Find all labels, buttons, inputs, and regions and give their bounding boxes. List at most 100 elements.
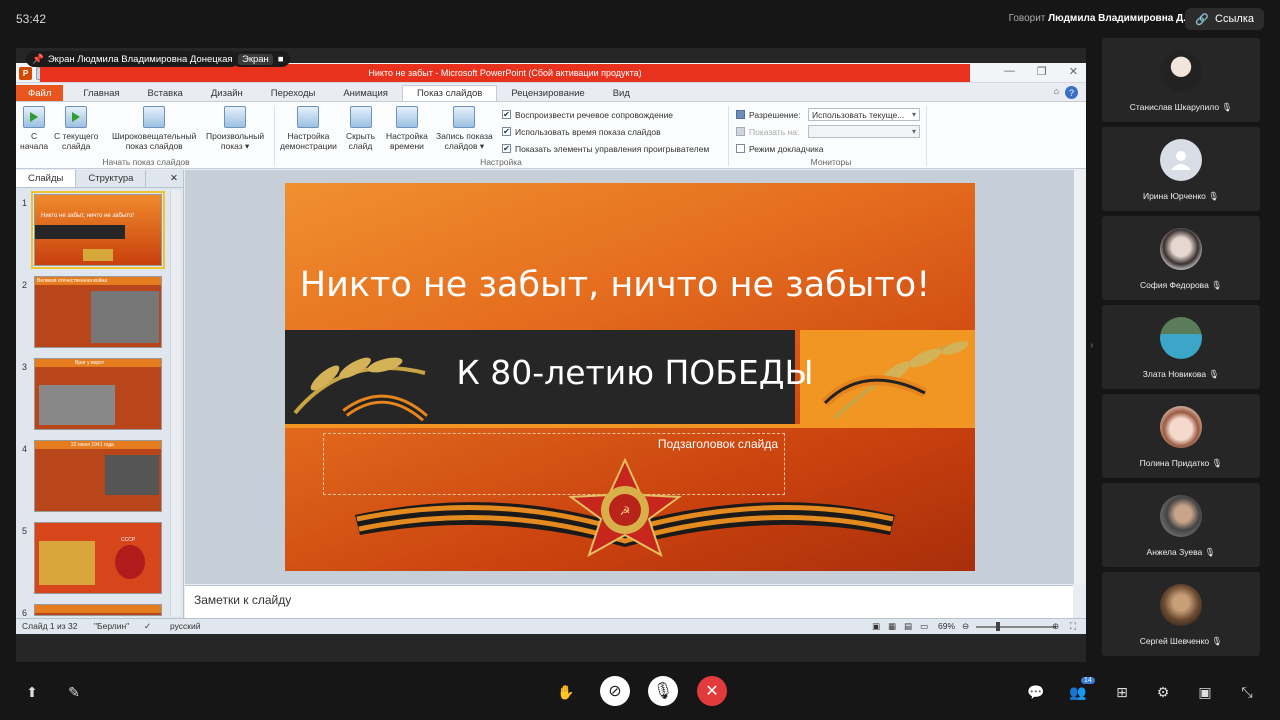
slide-thumbnail[interactable]: 22 июня 1941 года <box>34 440 162 512</box>
window-controls: — ❐ ✕ <box>1004 65 1078 78</box>
group-separator <box>274 106 275 166</box>
play-narrations-checkbox[interactable]: ✔ Воспроизвести речевое сопровождение <box>502 106 709 123</box>
from-beginning-label: С начала <box>20 131 49 151</box>
tab-review[interactable]: Рецензирование <box>497 85 598 101</box>
fit-window-icon[interactable]: ⛶ <box>1070 621 1076 632</box>
rehearse-timings-button[interactable]: Настройка времени <box>386 106 428 151</box>
share-screen-icon[interactable]: ⬆ <box>22 682 42 702</box>
participant-name: Анжела Зуева 🎙 <box>1146 547 1216 557</box>
participants-button[interactable]: 👥 14 <box>1068 677 1095 702</box>
restore-icon[interactable]: ❐ <box>1037 65 1047 78</box>
participant-tile[interactable]: Полина Придатко 🎙 <box>1102 394 1260 478</box>
speaking-name: Людмила Владимировна Д. <box>1048 13 1186 24</box>
slide-counter: Слайд 1 из 32 <box>22 621 78 631</box>
tab-slideshow[interactable]: Показ слайдов <box>401 85 498 101</box>
thumb-photo <box>105 455 159 495</box>
chat-icon[interactable]: 💬 <box>1026 682 1046 702</box>
thumb-title: Никто не забыт, ничто не забыто! <box>41 213 134 219</box>
grid-view-icon[interactable]: ⊞ <box>1112 682 1132 702</box>
zoom-slider[interactable] <box>976 626 1056 628</box>
slide-thumbnail[interactable]: СССР <box>34 522 162 594</box>
whiteboard-icon[interactable]: ✎ <box>64 682 84 702</box>
record-show-button[interactable]: Запись показа слайдов ▾ <box>436 106 493 151</box>
mic-muted-icon: 🎙 <box>1208 369 1220 379</box>
presenter-view-checkbox[interactable]: Режим докладчика <box>736 140 920 157</box>
slide-title[interactable]: Никто не забыт, ничто не забыто! <box>285 265 945 305</box>
resolution-icon <box>736 110 745 119</box>
panel-tabs: Слайды Структура ✕ <box>16 170 184 188</box>
resolution-row: Разрешение: Использовать текуще... <box>736 106 920 123</box>
participant-tile[interactable]: Станислав Шкарупило 🎙 <box>1102 38 1260 122</box>
record-show-icon <box>453 106 476 128</box>
custom-show-button[interactable]: Произвольный показ ▾ <box>206 106 264 151</box>
tab-outline[interactable]: Структура <box>76 170 147 187</box>
zoom-in-icon[interactable]: ⊕ <box>1052 621 1059 632</box>
zoom-level[interactable]: 69% <box>938 621 955 631</box>
laurel-right-icon <box>821 341 969 420</box>
slide-thumbnail[interactable] <box>34 604 162 616</box>
use-timings-checkbox[interactable]: ✔ Использовать время показа слайдов <box>502 123 709 140</box>
broadcast-button[interactable]: Широковещательный показ слайдов <box>112 106 196 151</box>
rehearse-timings-label: Настройка времени <box>386 131 428 151</box>
participant-tile[interactable]: София Федорова 🎙 <box>1102 216 1260 300</box>
hide-slide-button[interactable]: Скрыть слайд <box>346 106 375 151</box>
setup-group-label: Настройка <box>480 157 522 167</box>
tab-home[interactable]: Главная <box>69 85 133 101</box>
slide-thumbnail[interactable]: Враг у ворот <box>34 358 162 430</box>
screen-badge: Экран ■ <box>232 51 290 67</box>
pip-icon[interactable]: ▣ <box>1195 682 1215 702</box>
tab-view[interactable]: Вид <box>599 85 644 101</box>
sidebar-collapse-chevron-icon[interactable]: › <box>1090 340 1093 351</box>
from-beginning-button[interactable]: С начала <box>20 106 48 151</box>
resolution-dropdown[interactable]: Использовать текуще... <box>808 108 920 121</box>
view-reading-icon[interactable]: ▤ <box>904 621 912 632</box>
mic-muted-icon: 🎙 <box>1211 280 1223 290</box>
view-sorter-icon[interactable]: ▦ <box>888 621 896 632</box>
tab-animation[interactable]: Анимация <box>329 85 402 101</box>
participants-count: 14 <box>1081 677 1095 684</box>
copy-link-button[interactable]: 🔗 Ссылка <box>1185 8 1264 30</box>
participant-tile[interactable]: Злата Новикова 🎙 <box>1102 305 1260 389</box>
tab-insert[interactable]: Вставка <box>134 85 197 101</box>
view-normal-icon[interactable]: ▣ <box>872 621 880 632</box>
from-current-button[interactable]: С текущего слайда <box>54 106 98 151</box>
participant-tile[interactable]: Сергей Шевченко 🎙 <box>1102 572 1260 656</box>
spellcheck-icon[interactable]: ✓ <box>144 621 151 632</box>
raise-hand-icon[interactable]: ✋ <box>556 682 576 702</box>
mic-muted-icon: 🎙 <box>1204 547 1216 557</box>
show-media-controls-checkbox[interactable]: ✔ Показать элементы управления проигрыват… <box>502 140 709 157</box>
thumb-title: Великая отечественная война <box>37 278 108 284</box>
collapse-icon[interactable]: ⤡ <box>1237 682 1257 702</box>
participant-tile[interactable]: Ирина Юрченко 🎙 <box>1102 127 1260 211</box>
monitors-group-label: Мониторы <box>810 157 852 167</box>
tab-file[interactable]: Файл <box>16 85 64 101</box>
tab-design[interactable]: Дизайн <box>197 85 257 101</box>
zoom-slider-thumb[interactable] <box>996 622 1000 631</box>
broadcast-label: Широковещательный показ слайдов <box>112 131 197 151</box>
zoom-out-icon[interactable]: ⊖ <box>962 621 969 632</box>
notes-pane[interactable]: Заметки к слайду <box>185 585 1073 618</box>
settings-gear-icon[interactable]: ⚙ <box>1153 682 1173 702</box>
close-panel-icon[interactable]: ✕ <box>164 170 184 187</box>
mic-off-button[interactable]: 🎙 <box>648 676 678 706</box>
help-icon[interactable]: ? <box>1065 86 1078 99</box>
slide-thumbnail[interactable]: Великая отечественная война <box>34 276 162 348</box>
participant-tile[interactable]: Анжела Зуева 🎙 <box>1102 483 1260 567</box>
camera-off-button[interactable]: ⊘ <box>600 676 630 706</box>
tab-slides[interactable]: Слайды <box>16 170 77 187</box>
thumb-medal <box>83 249 113 261</box>
close-icon[interactable]: ✕ <box>1069 65 1078 78</box>
current-slide[interactable]: Никто не забыт, ничто не забыто! К 80-ле… <box>285 183 975 571</box>
setup-show-button[interactable]: Настройка демонстрации <box>280 106 337 151</box>
slide-thumbnail[interactable]: Никто не забыт, ничто не забыто! <box>31 191 165 269</box>
collapse-ribbon-icon[interactable]: ⌂ <box>1054 86 1059 99</box>
language[interactable]: русский <box>170 621 201 631</box>
view-slideshow-icon[interactable]: ▭ <box>920 621 928 632</box>
minimize-icon[interactable]: — <box>1004 65 1015 78</box>
panel-scrollbar[interactable] <box>170 190 181 616</box>
participant-name: Сергей Шевченко 🎙 <box>1139 636 1223 646</box>
end-call-button[interactable]: ✕ <box>697 676 727 706</box>
editor-vertical-scrollbar[interactable] <box>1073 170 1086 584</box>
thumb-photo <box>39 385 115 425</box>
tab-transitions[interactable]: Переходы <box>257 85 330 101</box>
